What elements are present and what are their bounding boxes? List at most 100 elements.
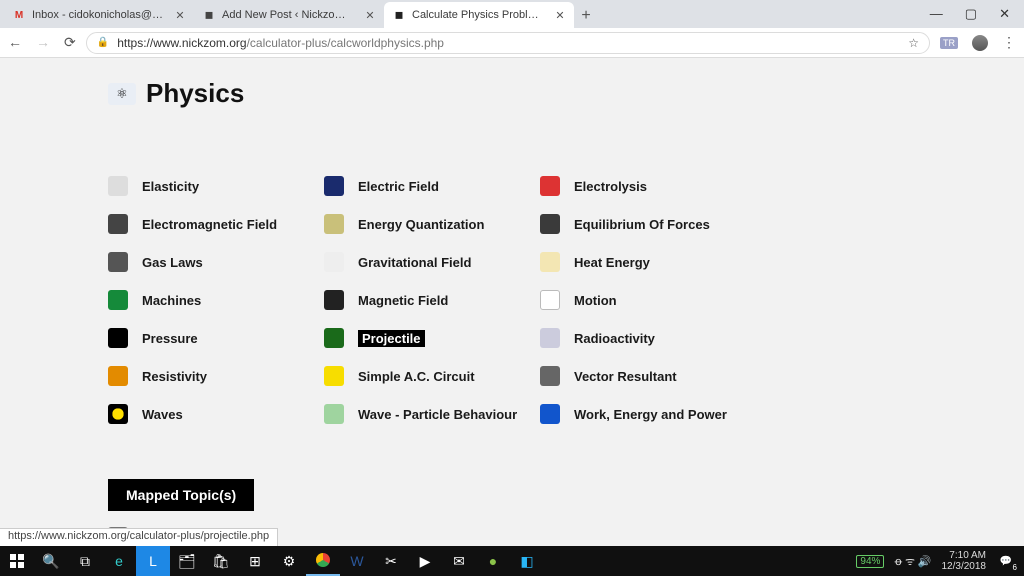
reload-button[interactable]: ⟳ — [64, 34, 76, 51]
topic-link[interactable]: Simple A.C. Circuit — [324, 365, 540, 387]
windows-taskbar: 🔍 ⧉ e L 🗂 🛍 ⊞ ⚙ W ✂ ▶ ✉ ● ◧ 94% ꝋ ᯤ 🔊 7:… — [0, 546, 1024, 576]
topic-label: Work, Energy and Power — [574, 407, 727, 422]
taskbar-app-file-explorer[interactable]: 🗂 — [170, 546, 204, 576]
task-view-icon[interactable]: ⧉ — [68, 546, 102, 576]
topic-link[interactable]: Electrolysis — [540, 175, 800, 197]
topic-label: Radioactivity — [574, 331, 655, 346]
topic-link[interactable]: Energy Quantization — [324, 213, 540, 235]
tab-favicon: ◼ — [202, 8, 216, 22]
address-bar[interactable]: 🔒 https://www.nickzom.org/calculator-plu… — [86, 32, 930, 54]
topic-link[interactable]: Equilibrium Of Forces — [540, 213, 800, 235]
topic-icon — [540, 214, 560, 234]
close-window-button[interactable]: ✕ — [999, 6, 1010, 22]
start-button[interactable] — [0, 546, 34, 576]
topic-label: Electromagnetic Field — [142, 217, 277, 232]
tab-label: Add New Post ‹ Nickzom Blog — — [222, 9, 354, 21]
topic-link[interactable]: Electric Field — [324, 175, 540, 197]
topic-label: Heat Energy — [574, 255, 650, 270]
taskbar-app-media[interactable]: ▶ — [408, 546, 442, 576]
topic-link[interactable]: Vector Resultant — [540, 365, 800, 387]
tab-close-icon[interactable]: ✕ — [554, 9, 566, 21]
topic-link[interactable]: Work, Energy and Power — [540, 403, 800, 425]
topic-link[interactable]: Motion — [540, 289, 800, 311]
topic-label: Electrolysis — [574, 179, 647, 194]
taskbar-app-snip[interactable]: ✂ — [374, 546, 408, 576]
forward-button[interactable]: → — [36, 34, 50, 51]
topics-grid: Elasticity Electric Field Electrolysis Elec… — [108, 175, 1024, 425]
tab-close-icon[interactable]: ✕ — [174, 9, 186, 21]
taskbar-app-store[interactable]: 🛍 — [204, 546, 238, 576]
topic-icon — [108, 214, 128, 234]
topic-link[interactable]: Waves — [108, 403, 324, 425]
topic-link[interactable]: Resistivity — [108, 365, 324, 387]
tab-favicon: M — [12, 8, 26, 22]
browser-tab[interactable]: ◼ Calculate Physics Problems ✕ — [384, 2, 574, 28]
topic-icon — [108, 252, 128, 272]
tray-icons[interactable]: ꝋ ᯤ 🔊 — [894, 554, 931, 569]
topic-link[interactable]: Radioactivity — [540, 327, 800, 349]
topic-label: Machines — [142, 293, 201, 308]
topic-icon — [108, 366, 128, 386]
topic-icon — [324, 214, 344, 234]
topic-label: Resistivity — [142, 369, 207, 384]
back-button[interactable]: ← — [8, 34, 22, 51]
browser-tab[interactable]: MInbox - cidokonicholas@gmail.c✕ — [4, 2, 194, 28]
taskbar-search-icon[interactable]: 🔍 — [34, 546, 68, 576]
topic-label: Gravitational Field — [358, 255, 471, 270]
mapped-topics-heading: Mapped Topic(s) — [108, 479, 254, 511]
topic-label: Energy Quantization — [358, 217, 484, 232]
bookmark-star-icon[interactable]: ☆ — [908, 36, 919, 50]
topic-link[interactable]: Machines — [108, 289, 324, 311]
taskbar-app-chrome[interactable] — [306, 546, 340, 576]
topic-link[interactable]: Heat Energy — [540, 251, 800, 273]
topic-link[interactable]: Elasticity — [108, 175, 324, 197]
minimize-button[interactable]: — — [930, 6, 943, 22]
maximize-button[interactable]: ▢ — [965, 6, 977, 22]
profile-avatar[interactable] — [972, 35, 988, 51]
page-viewport: ⚛ Physics ElasticityElectric FieldElectr… — [0, 58, 1024, 546]
topic-label: Motion — [574, 293, 617, 308]
topic-icon — [324, 252, 344, 272]
topic-label: Wave - Particle Behaviour — [358, 407, 517, 422]
topic-label: Electric Field — [358, 179, 439, 194]
window-controls: — ▢ ✕ — [930, 6, 1024, 28]
tab-close-icon[interactable]: ✕ — [364, 9, 376, 21]
taskbar-app-calculator[interactable]: ⊞ — [238, 546, 272, 576]
topic-label: Vector Resultant — [574, 369, 677, 384]
new-tab-button[interactable]: + — [574, 4, 598, 28]
topic-icon — [540, 176, 560, 196]
topic-icon — [108, 404, 128, 424]
battery-indicator[interactable]: 94% — [856, 555, 884, 568]
topic-link[interactable]: Wave - Particle Behaviour — [324, 403, 540, 425]
topic-label: Projectile — [358, 330, 425, 347]
taskbar-app-generic-2[interactable]: ● — [476, 546, 510, 576]
topic-link[interactable]: Gas Laws — [108, 251, 324, 273]
topic-link[interactable]: Gravitational Field — [324, 251, 540, 273]
topic-icon — [108, 176, 128, 196]
browser-tab[interactable]: ◼ Add New Post ‹ Nickzom Blog — ✕ — [194, 2, 384, 28]
taskbar-app-generic-3[interactable]: ◧ — [510, 546, 544, 576]
topic-icon — [540, 328, 560, 348]
topic-link[interactable]: Pressure — [108, 327, 324, 349]
action-center-icon[interactable]: 💬 — [996, 551, 1016, 571]
topic-label: Waves — [142, 407, 183, 422]
taskbar-app-edge[interactable]: e — [102, 546, 136, 576]
taskbar-app-word[interactable]: W — [340, 546, 374, 576]
tab-label: Calculate Physics Problems — [412, 9, 544, 21]
tab-favicon: ◼ — [392, 8, 406, 22]
taskbar-clock[interactable]: 7:10 AM 12/3/2018 — [942, 550, 987, 572]
topic-icon — [540, 366, 560, 386]
topic-icon — [324, 328, 344, 348]
taskbar-app-settings[interactable]: ⚙ — [272, 546, 306, 576]
extension-icon[interactable]: TR — [940, 37, 958, 49]
topic-link[interactable]: Electromagnetic Field — [108, 213, 324, 235]
topic-link[interactable]: Magnetic Field — [324, 289, 540, 311]
taskbar-app-mail[interactable]: ✉ — [442, 546, 476, 576]
topic-label: Gas Laws — [142, 255, 203, 270]
topic-link[interactable]: Projectile — [324, 327, 540, 349]
link-status-bar: https://www.nickzom.org/calculator-plus/… — [0, 528, 278, 546]
topic-label: Equilibrium Of Forces — [574, 217, 710, 232]
browser-menu-icon[interactable]: ⋮ — [1002, 34, 1016, 51]
taskbar-app-generic-1[interactable]: L — [136, 546, 170, 576]
topic-icon — [324, 176, 344, 196]
